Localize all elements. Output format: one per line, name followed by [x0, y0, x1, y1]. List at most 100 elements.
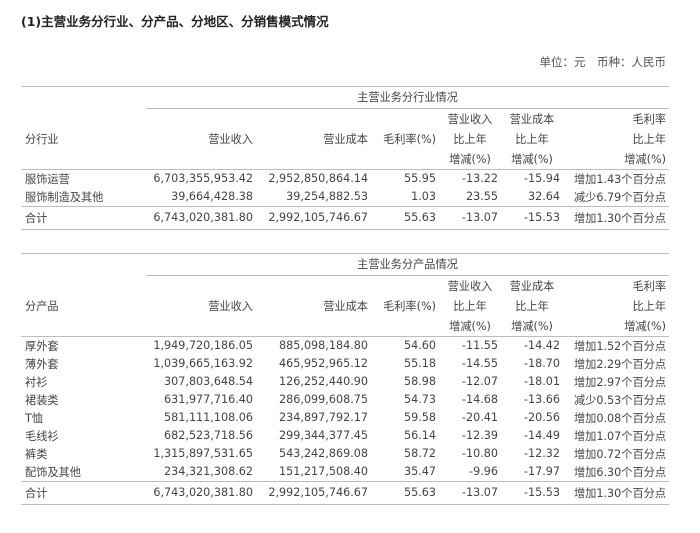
table-row: 衬衫 307,803,648.54 126,252,440.90 58.98 -12.0…: [21, 373, 669, 391]
header-empty: [146, 275, 256, 296]
header-empty: [371, 108, 439, 129]
header-cost-change: 比上年: [515, 299, 549, 313]
band-spacer: [21, 253, 146, 275]
table-row: 服饰运营 6,703,355,953.42 2,952,850,864.14 55.9…: [21, 169, 669, 188]
header-empty: [256, 315, 371, 337]
total-margin-chg: 增加1.30个百分点: [563, 205, 670, 230]
header-cost-change: 营业成本: [509, 112, 555, 126]
header-category: 分产品: [25, 299, 59, 313]
total-margin-chg: 增加1.30个百分点: [563, 480, 670, 505]
header-revenue: 营业收入: [208, 299, 253, 313]
cell-rev: 307,803,648.54: [164, 375, 253, 388]
header-row: 营业收入 营业成本 毛利率: [21, 108, 669, 129]
cell-rev: 6,703,355,953.42: [153, 172, 253, 185]
cell-rev: 1,039,665,163.92: [153, 357, 253, 370]
cell-rev-chg: -20.41: [461, 411, 498, 424]
header-empty: [256, 108, 371, 129]
cell-rev: 631,977,716.40: [164, 393, 253, 406]
cell-rev-chg: -14.68: [461, 393, 498, 406]
total-rev-chg: -13.07: [439, 205, 501, 230]
header-category: 分行业: [25, 132, 59, 146]
row-name: 衬衫: [25, 375, 48, 389]
header-cost-change: 增减(%): [501, 148, 563, 170]
table-row: 服饰制造及其他 39,664,428.38 39,254,882.53 1.03 23.…: [21, 188, 669, 207]
cell-rev-chg: -13.22: [461, 172, 498, 185]
total-rev-chg: -13.07: [439, 480, 501, 505]
cell-cost: 543,242,869.08: [279, 447, 368, 460]
cell-cost: 299,344,377.45: [279, 429, 368, 442]
header-rev-change: 比上年: [453, 299, 487, 313]
cell-rev: 1,315,897,531.65: [153, 447, 253, 460]
cell-margin-chg: 增加1.52个百分点: [573, 339, 667, 353]
cell-cost-chg: -14.42: [523, 339, 560, 352]
header-margin: 毛利率(%): [383, 132, 436, 146]
product-table: 主营业务分产品情况 营业收入 营业成本 毛利率 分产品 营业收入 营业成本 毛利率(%) 比上年…: [21, 253, 670, 505]
cell-cost: 465,952,965.12: [279, 357, 368, 370]
cell-rev-chg: -10.80: [461, 447, 498, 460]
header-cost-change: 比上年: [515, 132, 549, 146]
cell-rev-chg: 23.55: [465, 190, 498, 203]
cell-rev: 1,949,720,186.05: [153, 339, 253, 352]
cell-margin-chg: 增加0.72个百分点: [573, 447, 667, 461]
cell-margin: 54.60: [403, 339, 436, 352]
header-empty: [371, 315, 439, 337]
cell-rev-chg: -12.39: [461, 429, 498, 442]
cell-margin-chg: 增加6.30个百分点: [573, 465, 667, 479]
header-rev-change: 比上年: [453, 132, 487, 146]
cell-margin-chg: 减少0.53个百分点: [573, 393, 667, 407]
total-cost: 2,992,105,746.67: [256, 480, 371, 505]
header-empty: [256, 275, 371, 296]
row-name: 裙装类: [25, 393, 59, 407]
header-rev-change: 增减(%): [439, 148, 501, 170]
cell-margin: 58.98: [403, 375, 436, 388]
header-margin-change: 比上年: [632, 299, 667, 313]
section-heading: (1)主营业务分行业、分产品、分地区、分销售模式情况: [21, 14, 329, 29]
band-spacer: [21, 86, 146, 108]
row-name: 服饰运营: [25, 172, 70, 186]
total-cost-chg: -15.53: [501, 205, 563, 230]
cell-cost-chg: -14.49: [523, 429, 560, 442]
cell-cost: 126,252,440.90: [279, 375, 368, 388]
header-empty: [371, 275, 439, 296]
row-name: 厚外套: [25, 339, 59, 353]
table-row: T恤 581,111,108.06 234,897,792.17 59.58 -20.4…: [21, 409, 669, 427]
header-empty: [146, 108, 256, 129]
cell-cost-chg: -18.01: [523, 375, 560, 388]
band-title: 主营业务分产品情况: [146, 253, 670, 276]
cell-margin-chg: 增加1.07个百分点: [573, 429, 667, 443]
cell-rev-chg: -14.55: [461, 357, 498, 370]
header-row: 增减(%) 增减(%) 增减(%): [21, 315, 670, 337]
header-rev-change: 营业收入: [447, 112, 493, 126]
cell-margin: 54.73: [403, 393, 436, 406]
cell-rev-chg: -12.07: [461, 375, 498, 388]
cell-rev: 581,111,108.06: [164, 411, 253, 424]
cell-rev-chg: -11.55: [461, 339, 498, 352]
cell-rev: 234,321,308.62: [164, 465, 253, 478]
cell-margin: 35.47: [403, 465, 436, 478]
header-empty: [21, 108, 146, 129]
header-margin-change: 毛利率: [632, 112, 667, 126]
total-cost-chg: -15.53: [501, 480, 563, 505]
cell-cost: 234,897,792.17: [279, 411, 368, 424]
cell-cost-chg: 32.64: [527, 190, 560, 203]
cell-margin-chg: 减少6.79个百分点: [573, 190, 667, 204]
header-margin-change: 增减(%): [563, 148, 670, 170]
header-empty: [256, 148, 371, 170]
row-name: 配饰及其他: [25, 465, 81, 479]
header-cost: 营业成本: [323, 299, 368, 313]
header-margin-change: 比上年: [632, 132, 667, 146]
total-margin: 55.63: [371, 480, 439, 505]
row-name: T恤: [25, 411, 44, 425]
row-name: 毛线衫: [25, 429, 59, 443]
total-label: 合计: [21, 480, 146, 505]
row-name: 裤类: [25, 447, 48, 461]
cell-cost-chg: -18.70: [523, 357, 560, 370]
header-margin: 毛利率(%): [383, 299, 436, 313]
cell-cost-chg: -20.56: [523, 411, 560, 424]
cell-rev: 682,523,718.56: [164, 429, 253, 442]
cell-margin-chg: 增加0.08个百分点: [573, 411, 667, 425]
cell-cost: 151,217,508.40: [279, 465, 368, 478]
cell-margin: 59.58: [403, 411, 436, 424]
cell-cost-chg: -15.94: [523, 172, 560, 185]
header-margin-change: 增减(%): [563, 315, 670, 337]
